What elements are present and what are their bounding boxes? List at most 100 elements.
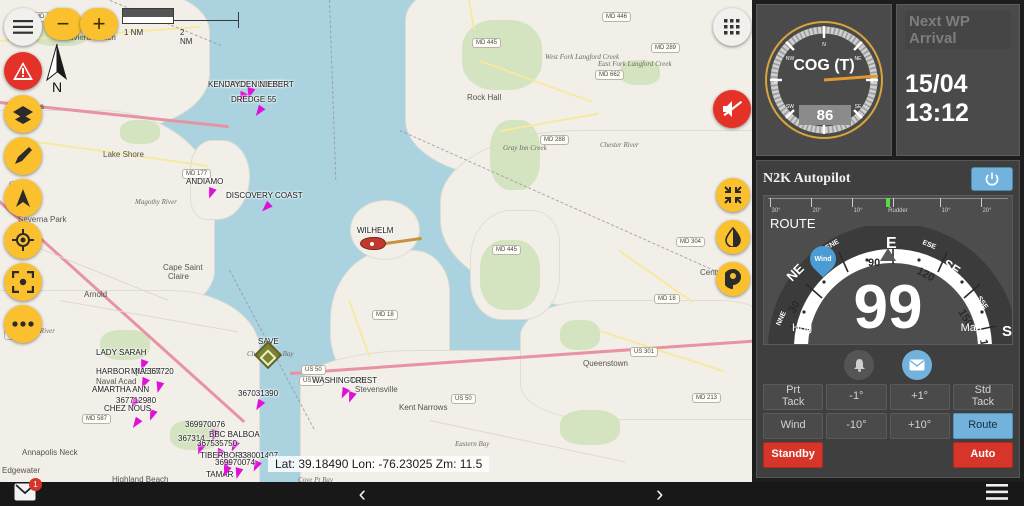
plus-1-button-label: +1° xyxy=(911,390,929,403)
grid-icon xyxy=(724,19,740,35)
plus-1-button[interactable]: +1° xyxy=(889,384,950,410)
wind-mode-button[interactable]: Wind xyxy=(763,413,824,439)
ais-target-label[interactable]: DREDGE 55 xyxy=(231,95,276,104)
marine-navigation-app: Chester RiverMagothy RiverChesapeake Bay… xyxy=(0,0,1024,506)
warning-icon xyxy=(13,62,33,80)
ais-target-label[interactable]: CREST xyxy=(350,376,377,385)
svg-text:180: 180 xyxy=(977,338,992,344)
autopilot-button-grid: Prt Tack -1° +1° Std Tack Wind -10° +10° Route Sta… xyxy=(763,384,1013,468)
scale-bar-box xyxy=(122,8,174,24)
ais-target-label[interactable]: LADY SARAH xyxy=(96,348,147,357)
contrast-icon xyxy=(725,227,741,247)
scale-far-label: 2 NM xyxy=(180,28,193,46)
instrument-panel: NNEE SESSW WNW COG (T) 86 Next WP Arriva… xyxy=(752,0,1024,482)
more-button[interactable] xyxy=(4,305,42,343)
ais-target-label[interactable]: CHEZ NOUS xyxy=(104,404,151,413)
bottom-bar: 1 ‹ › xyxy=(0,477,1024,506)
auto-button[interactable]: Auto xyxy=(952,442,1013,468)
ais-target-label[interactable]: JAYDEN NIEBERT xyxy=(226,80,294,89)
svg-text:N: N xyxy=(822,42,826,48)
autopilot-title: N2K Autopilot xyxy=(763,171,851,186)
water-label: Chester River xyxy=(600,141,639,149)
svg-text:90: 90 xyxy=(868,257,880,269)
map-canvas[interactable]: Chester RiverMagothy RiverChesapeake Bay… xyxy=(0,0,752,482)
hamburger-icon xyxy=(986,483,1008,500)
minus-10-button-label: -10° xyxy=(846,419,867,432)
edit-button[interactable] xyxy=(4,137,42,175)
focus-button[interactable] xyxy=(4,263,42,301)
port-tack-button[interactable]: Prt Tack xyxy=(763,384,824,410)
zoom-in-button[interactable]: + xyxy=(80,8,118,40)
next-page-button[interactable]: › xyxy=(656,483,663,505)
svg-text:SW: SW xyxy=(786,104,794,110)
standby-button[interactable]: Standby xyxy=(763,442,824,468)
cog-gauge-panel[interactable]: NNEE SESSW WNW COG (T) 86 xyxy=(756,4,892,156)
road-shield: MD 587 xyxy=(82,414,112,424)
layers-icon xyxy=(13,106,33,124)
ais-target-label[interactable]: MIA 367720 xyxy=(131,367,174,376)
minus-10-button[interactable]: -10° xyxy=(826,413,887,439)
plus-10-button[interactable]: +10° xyxy=(889,413,950,439)
water-label: Eastern Bay xyxy=(455,440,490,448)
ais-target-label[interactable]: AMARTHA ANN xyxy=(92,385,149,394)
alarm-bell-button[interactable] xyxy=(844,350,874,380)
starboard-tack-button-label: Tack xyxy=(971,396,995,408)
messages-button[interactable] xyxy=(902,350,932,380)
green-area-10 xyxy=(560,410,620,445)
autopilot-icon-row xyxy=(763,350,1013,380)
ais-target-label[interactable]: 367535750 xyxy=(197,439,237,448)
compass-rose: E SE NE S ESE ENE SSE NNE 90 120 150 30 … xyxy=(764,226,1012,344)
brightness-button[interactable] xyxy=(716,220,750,254)
rudder-tick-0: 30° xyxy=(771,208,781,214)
collapse-button[interactable] xyxy=(716,178,750,212)
ais-target-label[interactable]: DISCOVERY COAST xyxy=(226,191,303,200)
ais-target-label[interactable]: 369970074 xyxy=(215,458,255,467)
zoom-in-label: + xyxy=(92,11,106,36)
apps-grid-button[interactable] xyxy=(713,8,751,46)
menu-button[interactable] xyxy=(4,8,42,46)
chart-map[interactable]: Chester RiverMagothy RiverChesapeake Bay… xyxy=(0,0,752,482)
water-label: Magothy River xyxy=(135,198,177,206)
road-shield: MD 445 xyxy=(492,245,522,255)
starboard-tack-button[interactable]: Std Tack xyxy=(952,384,1013,410)
green-area-2 xyxy=(120,120,160,144)
bottom-mail-button[interactable]: 1 xyxy=(14,477,42,506)
mute-button[interactable] xyxy=(713,90,751,128)
road-shield: MD 304 xyxy=(676,237,706,247)
alert-button[interactable] xyxy=(4,52,42,90)
layers-button[interactable] xyxy=(4,95,42,133)
gps-center-button[interactable] xyxy=(4,221,42,259)
autopilot-compass[interactable]: 30° 20° 10° Rudder 10° 20° 30° ROUTE xyxy=(763,195,1013,345)
route-mode-button[interactable]: Route xyxy=(952,413,1013,439)
bottom-menu-button[interactable] xyxy=(986,483,1008,505)
zoom-out-label: − xyxy=(56,11,70,36)
cog-gauge-title: COG (T) xyxy=(793,57,855,74)
ais-target-label[interactable]: ANDIAMO xyxy=(186,177,223,186)
bottom-nav: ‹ › xyxy=(36,483,986,505)
route-mode-button-label: Route xyxy=(968,419,998,432)
place-label: Annapolis Neck xyxy=(22,448,78,457)
place-label: Queenstown xyxy=(583,359,628,368)
road-shield: MD 18 xyxy=(372,310,398,320)
scale-bar-line xyxy=(174,20,239,21)
place-label: Highland Beach xyxy=(112,475,169,482)
navigation-button[interactable] xyxy=(4,179,42,217)
prev-page-button[interactable]: ‹ xyxy=(359,483,366,505)
own-vessel-marker[interactable] xyxy=(360,237,386,250)
waypoint-button[interactable] xyxy=(716,262,750,296)
ais-target-label[interactable]: BBC BALBOA xyxy=(209,430,260,439)
ais-target-label[interactable]: 369970076 xyxy=(185,420,225,429)
ais-target-label[interactable]: 367031390 xyxy=(238,389,278,398)
next-waypoint-panel[interactable]: Next WP Arrival 15/04 13:12 xyxy=(896,4,1020,156)
next-wp-title: Next WP Arrival xyxy=(905,11,1011,49)
place-label: Cape Saint xyxy=(163,263,203,272)
speaker-mute-icon xyxy=(723,100,743,117)
rudder-center-label: Rudder xyxy=(888,208,908,214)
zoom-out-button[interactable]: − xyxy=(44,8,82,40)
ellipsis-icon xyxy=(12,321,34,327)
rudder-tick-4: 20° xyxy=(982,208,992,214)
minus-1-button[interactable]: -1° xyxy=(826,384,887,410)
map-pin-icon xyxy=(725,269,741,289)
autopilot-power-button[interactable] xyxy=(971,167,1013,191)
